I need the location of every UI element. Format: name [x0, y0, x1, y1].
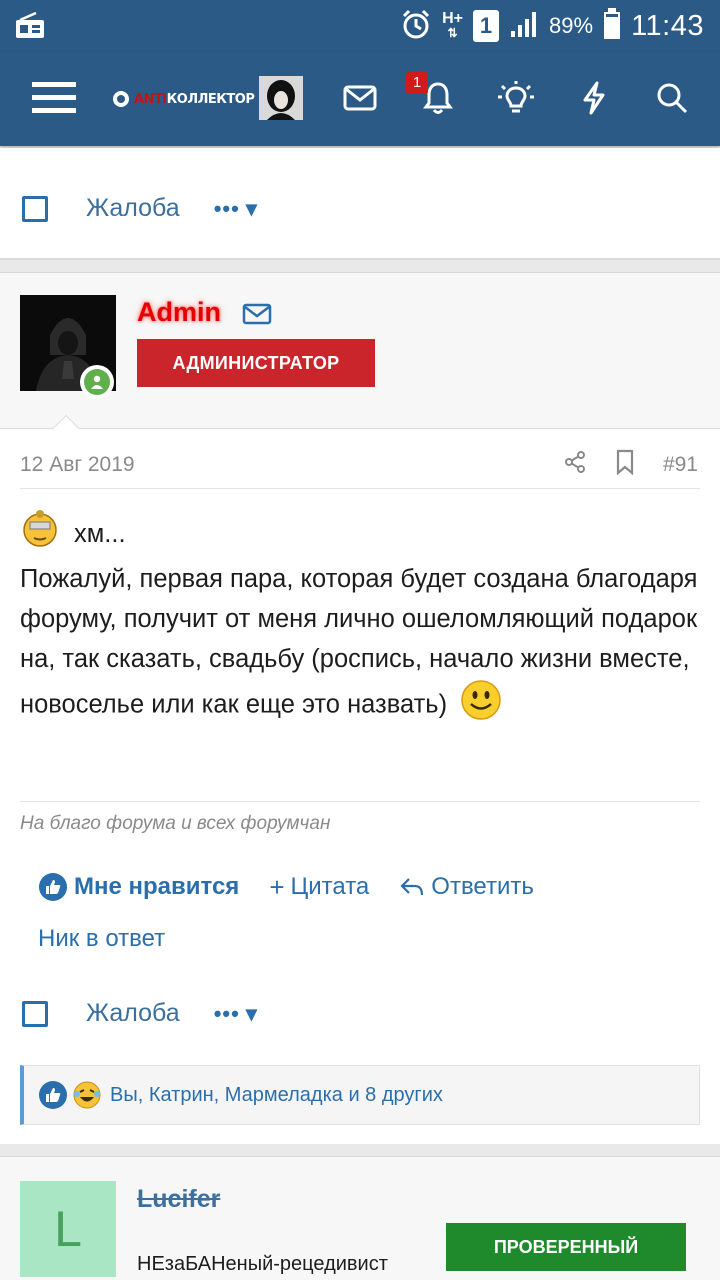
like-button[interactable]: Мне нравится — [38, 872, 239, 902]
more-menu[interactable]: ••• ▾ — [214, 196, 258, 222]
share-icon[interactable] — [563, 450, 587, 479]
bookmark-icon[interactable] — [615, 449, 635, 480]
verified-badge: ПРОВЕРЕННЫЙ — [446, 1223, 686, 1271]
signature: На благо форума и всех форумчан — [20, 813, 331, 834]
post-text: Пожалуй, первая пара, которая будет созд… — [20, 565, 698, 719]
smile-emoji-icon — [460, 679, 502, 733]
sim-indicator: 1 — [473, 10, 500, 42]
like-label: Мне нравится — [74, 873, 240, 900]
plus-icon: + — [269, 871, 285, 902]
user-avatar[interactable] — [258, 74, 304, 122]
clock: 11:43 — [631, 9, 704, 42]
post-number[interactable]: #91 — [663, 453, 698, 477]
lightning-icon[interactable] — [576, 74, 612, 122]
post-actions: Мне нравится + Цитата Ответить Ник в отв… — [38, 869, 678, 957]
menu-icon[interactable] — [30, 74, 78, 122]
next-author-title: НЕзаБАНеный-рецедивист — [137, 1253, 388, 1275]
signature-divider — [20, 801, 700, 802]
network-indicator: H+ ⇅ — [442, 10, 464, 41]
logo-shield-icon — [113, 91, 129, 107]
thinking-emoji-icon — [20, 508, 60, 560]
laugh-reaction-icon — [73, 1081, 101, 1109]
report-link[interactable]: Жалоба — [86, 999, 180, 1028]
online-status-icon — [80, 365, 114, 399]
mail-icon[interactable] — [340, 74, 380, 122]
notification-badge: 1 — [406, 72, 428, 94]
reply-button[interactable]: Ответить — [399, 873, 534, 901]
nick-reply-button[interactable]: Ник в ответ — [38, 925, 165, 953]
battery-percent: 89% — [549, 13, 594, 38]
post-date[interactable]: 12 Авг 2019 — [20, 453, 135, 477]
chevron-down-icon: ▾ — [245, 195, 258, 221]
thumbs-up-icon — [39, 873, 67, 901]
logo-text: КОЛЛЕКТОР — [166, 91, 255, 107]
next-author-avatar[interactable]: L — [20, 1181, 116, 1277]
author-username[interactable]: Admin — [137, 297, 221, 328]
reactions-bar[interactable]: Вы, Катрин, Мармеладка и 8 других — [20, 1065, 700, 1125]
post-body: хм... Пожалуй, первая пара, которая буде… — [20, 509, 700, 733]
message-user-icon[interactable] — [242, 303, 272, 330]
previous-post-footer: Жалоба ••• ▾ — [0, 148, 720, 260]
logo-text-red: ANTI — [134, 91, 167, 107]
report-link[interactable]: Жалоба — [86, 194, 180, 223]
next-post: L Lucifer НЕзаБАНеный-рецедивист ПРОВЕРЕ… — [0, 1156, 720, 1280]
reactions-text: Вы, Катрин, Мармеладка и 8 других — [110, 1083, 443, 1106]
site-logo[interactable]: ANTIКОЛЛЕКТОР — [112, 88, 255, 110]
select-checkbox[interactable] — [22, 195, 48, 222]
more-dots: ••• — [213, 195, 240, 221]
bulb-icon[interactable] — [494, 74, 538, 122]
more-menu[interactable]: ••• ▾ — [214, 1001, 258, 1027]
signal-icon — [509, 9, 539, 44]
post-first-line: хм... — [74, 520, 126, 548]
quote-button[interactable]: + Цитата — [269, 872, 369, 903]
like-reaction-icon — [39, 1081, 67, 1109]
quote-label: Цитата — [290, 873, 370, 900]
select-checkbox[interactable] — [22, 1000, 48, 1027]
battery-icon — [603, 7, 621, 45]
author-strip: Admin АДМИНИСТРАТОР — [0, 273, 720, 429]
next-author-username[interactable]: Lucifer — [137, 1185, 220, 1214]
radio-icon — [14, 11, 46, 40]
reply-label: Ответить — [431, 873, 534, 900]
status-bar: H+ ⇅ 1 89% 11:43 — [0, 0, 720, 52]
more-dots: ••• — [213, 1000, 240, 1026]
app-header: ANTIКОЛЛЕКТОР 1 — [0, 52, 720, 146]
forum-post: Admin АДМИНИСТРАТОР 12 Авг 2019 #91 хм..… — [0, 272, 720, 1144]
chevron-down-icon: ▾ — [245, 1000, 258, 1026]
role-badge: АДМИНИСТРАТОР — [137, 339, 375, 387]
reply-icon — [400, 878, 424, 896]
post-meta: 12 Авг 2019 #91 — [20, 449, 700, 489]
search-icon[interactable] — [652, 74, 692, 122]
alarm-icon — [400, 8, 432, 45]
